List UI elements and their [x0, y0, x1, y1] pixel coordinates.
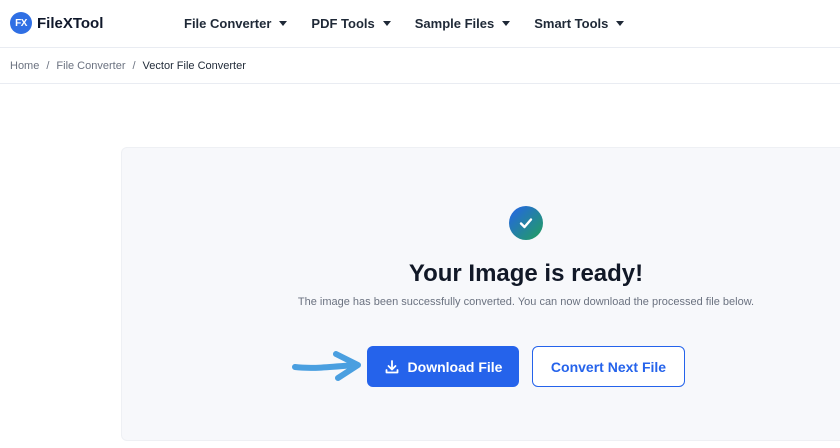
result-subtitle: The image has been successfully converte…: [297, 296, 755, 308]
nav-sample-files[interactable]: Sample Files: [414, 16, 511, 31]
site-logo[interactable]: FX FileXTool: [10, 12, 103, 34]
nav-file-converter-label: File Converter: [184, 16, 272, 31]
breadcrumb-separator: /: [132, 59, 136, 72]
nav-pdf-tools-label: PDF Tools: [311, 16, 375, 31]
site-header: FX FileXTool File Converter PDF Tools Sa…: [0, 0, 840, 48]
caret-down-icon: [382, 21, 391, 26]
checkmark-icon: [519, 218, 533, 229]
caret-down-icon: [502, 21, 511, 26]
logo-badge-icon: FX: [10, 12, 32, 34]
download-file-button[interactable]: Download File: [367, 346, 519, 387]
breadcrumb-file-converter[interactable]: File Converter: [56, 60, 125, 72]
caret-down-icon: [616, 21, 625, 26]
nav-pdf-tools[interactable]: PDF Tools: [311, 16, 391, 31]
result-title: Your Image is ready!: [408, 260, 644, 287]
nav-smart-tools[interactable]: Smart Tools: [534, 16, 625, 31]
caret-down-icon: [279, 21, 288, 26]
nav-file-converter[interactable]: File Converter: [184, 16, 288, 31]
main-nav: File Converter PDF Tools Sample Files Sm…: [184, 16, 648, 31]
breadcrumb-current: Vector File Converter: [142, 59, 246, 72]
nav-smart-tools-label: Smart Tools: [534, 16, 609, 31]
result-card: Your Image is ready! The image has been …: [121, 147, 840, 441]
pointer-arrow-icon: [292, 351, 361, 381]
checkmark-circle-icon: [509, 206, 543, 240]
breadcrumb: Home / File Converter / Vector File Conv…: [0, 48, 840, 84]
breadcrumb-home[interactable]: Home: [10, 60, 39, 72]
download-file-label: Download File: [407, 358, 503, 375]
nav-sample-files-label: Sample Files: [414, 16, 495, 31]
convert-next-file-label: Convert Next File: [550, 358, 667, 375]
download-icon: [384, 359, 400, 375]
convert-next-file-button[interactable]: Convert Next File: [532, 346, 685, 387]
logo-text: FileXTool: [37, 14, 104, 32]
breadcrumb-separator: /: [46, 59, 50, 72]
